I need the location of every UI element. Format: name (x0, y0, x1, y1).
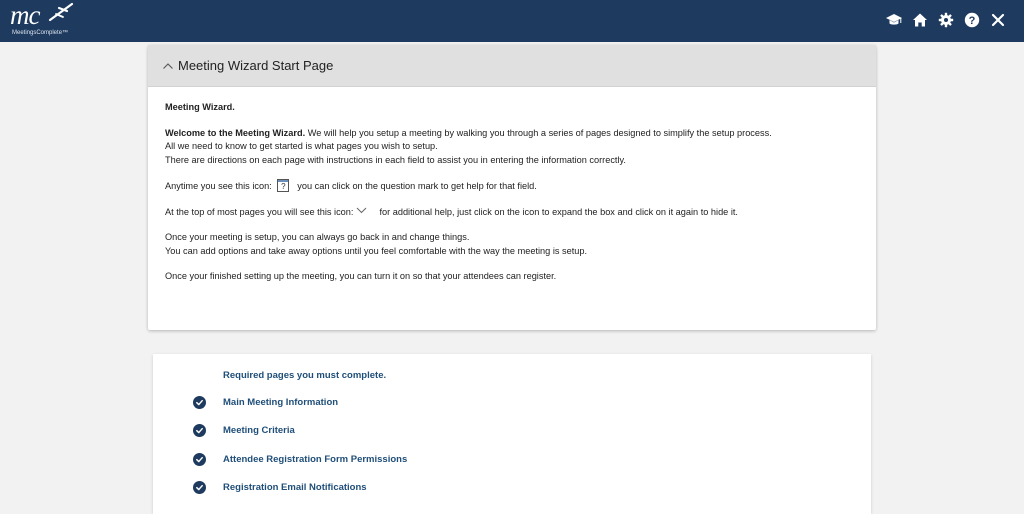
check-circle-icon (193, 395, 206, 409)
meeting-wizard-header[interactable]: Meeting Wizard Start Page (148, 45, 876, 87)
close-icon[interactable] (990, 12, 1006, 28)
required-pages-card: Required pages you must complete. Main M… (153, 354, 871, 514)
logo-text: mc (10, 0, 41, 30)
top-navigation-bar: mc MeetingsComplete™ ? (0, 0, 1024, 42)
airplane-icon (48, 2, 74, 22)
chevron-up-icon[interactable] (162, 60, 174, 72)
help-icon-paragraph: Anytime you see this icon: ? you can clic… (165, 179, 859, 194)
check-circle-icon (193, 452, 206, 466)
help-icon-text-before: Anytime you see this icon: (165, 181, 272, 191)
required-page-item[interactable]: Registration Email Notifications (193, 479, 367, 495)
home-icon[interactable] (912, 12, 928, 28)
expand-icon-text-before: At the top of most pages you will see th… (165, 206, 354, 217)
required-page-label[interactable]: Attendee Registration Form Permissions (223, 454, 407, 465)
instruction-line: All we need to know to get started is wh… (165, 141, 438, 151)
help-icon-text-after: you can click on the question mark to ge… (297, 181, 537, 191)
required-page-label[interactable]: Meeting Criteria (223, 425, 295, 436)
question-mark-icon: ? (277, 179, 290, 192)
welcome-text: We will help you setup a meeting by walk… (305, 127, 772, 138)
required-page-item[interactable]: Meeting Criteria (193, 422, 295, 438)
question-mark-glyph: ? (281, 182, 286, 191)
wizard-instructions: Meeting Wizard. Welcome to the Meeting W… (148, 87, 876, 284)
help-icon[interactable]: ? (964, 12, 980, 28)
gear-icon[interactable] (938, 12, 954, 28)
setup-paragraph: Once your meeting is setup, you can alwa… (165, 231, 859, 258)
logo-subtext: MeetingsComplete™ (12, 30, 69, 36)
check-circle-icon (193, 423, 206, 437)
chevron-down-icon (357, 207, 367, 213)
header-actions: ? (886, 12, 1006, 28)
required-page-label[interactable]: Main Meeting Information (223, 397, 338, 408)
required-page-item[interactable]: Main Meeting Information (193, 394, 338, 410)
meeting-wizard-card: Meeting Wizard Start Page Meeting Wizard… (148, 45, 876, 330)
required-pages-heading: Required pages you must complete. (223, 370, 387, 381)
setup-line: You can add options and take away option… (165, 245, 588, 256)
wizard-heading: Meeting Wizard. (165, 102, 235, 112)
svg-text:?: ? (969, 15, 976, 27)
instruction-line: There are directions on each page with i… (165, 154, 626, 165)
setup-line: Once your meeting is setup, you can alwa… (165, 232, 470, 242)
check-circle-icon (193, 480, 206, 494)
welcome-bold-text: Welcome to the Meeting Wizard. (165, 127, 306, 138)
finished-paragraph: Once your finished setting up the meetin… (165, 271, 557, 281)
page-title: Meeting Wizard Start Page (178, 58, 334, 73)
required-page-item[interactable]: Attendee Registration Form Permissions (193, 451, 407, 467)
expand-icon-text-after: for additional help, just click on the i… (379, 206, 738, 217)
expand-icon-paragraph: At the top of most pages you will see th… (165, 206, 859, 220)
welcome-paragraph: Welcome to the Meeting Wizard. We will h… (165, 127, 859, 168)
meetingscomplete-logo[interactable]: mc MeetingsComplete™ (10, 0, 74, 40)
required-page-label[interactable]: Registration Email Notifications (223, 482, 367, 493)
graduation-cap-icon[interactable] (886, 12, 902, 28)
